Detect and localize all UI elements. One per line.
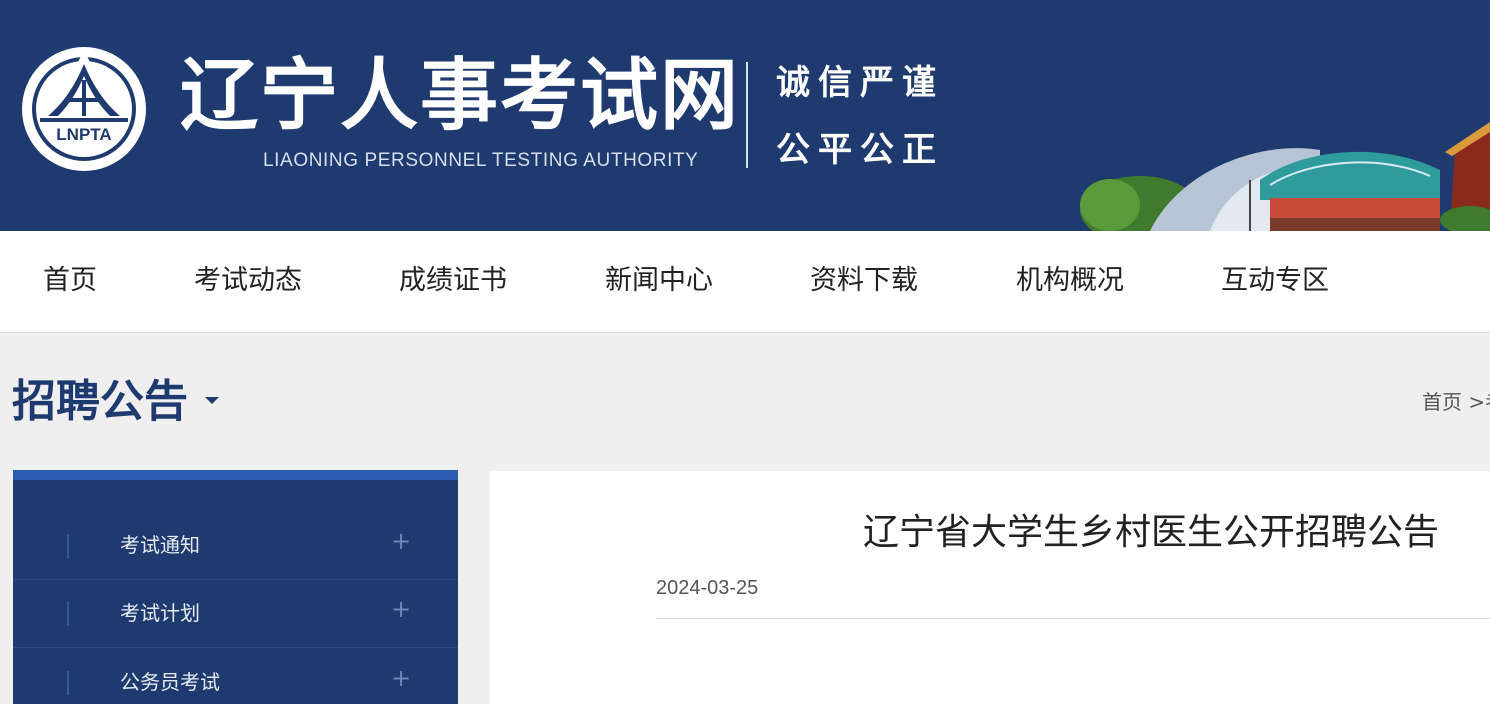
nav-item-downloads[interactable]: 资料下载 [810,263,918,299]
sidebar-menu: 考试通知 + 考试计划 + 公务员考试 + [13,470,458,704]
site-title: 辽宁人事考试网 [180,51,741,141]
header-divider [746,62,748,168]
nav-item-news-center[interactable]: 新闻中心 [605,263,713,299]
motto-line-2: 公平公正 [776,130,944,170]
sidebar-item-label: 公务员考试 [120,670,220,694]
nav-item-about[interactable]: 机构概况 [1016,263,1124,299]
plus-icon[interactable]: + [391,526,411,556]
sidebar-item-exam-notice[interactable]: 考试通知 + [13,512,458,580]
sidebar-item-label: 考试计划 [120,601,200,625]
article-date: 2024-03-25 [656,577,759,599]
nav-item-home[interactable]: 首页 [43,263,97,299]
sidebar-item-marker [67,602,69,626]
nav-item-exam-news[interactable]: 考试动态 [194,263,302,299]
sidebar-item-marker [67,671,69,695]
main-nav: 首页 考试动态 成绩证书 新闻中心 资料下载 机构概况 互动专区 [0,231,1490,333]
sidebar-item-marker [67,534,69,558]
site-subtitle: LIAONING PERSONNEL TESTING AUTHORITY [263,150,699,171]
nav-item-interaction[interactable]: 互动专区 [1221,263,1329,299]
logo-text: LNPTA [56,125,111,144]
sidebar-item-label: 考试通知 [120,533,200,557]
sidebar-item-civil-service[interactable]: 公务员考试 + [13,649,458,704]
sidebar-item-exam-plan[interactable]: 考试计划 + [13,580,458,648]
header-banner: LNPTA 辽宁人事考试网 LIAONING PERSONNEL TESTING… [0,0,1490,231]
motto-line-1: 诚信严谨 [776,63,944,103]
stadium-scenery-image [1080,122,1490,231]
caret-down-icon[interactable] [205,397,219,404]
nav-item-scores[interactable]: 成绩证书 [399,263,507,299]
section-title: 招聘公告 [12,376,188,427]
lnpta-logo[interactable]: LNPTA [18,40,150,178]
article-title: 辽宁省大学生乡村医生公开招聘公告 [863,512,1440,553]
article-divider [656,618,1490,619]
breadcrumb[interactable]: 首页 >考 [1422,388,1490,416]
article-panel: 辽宁省大学生乡村医生公开招聘公告 2024-03-25 [490,471,1490,704]
plus-icon[interactable]: + [391,594,411,624]
plus-icon[interactable]: + [391,663,411,693]
